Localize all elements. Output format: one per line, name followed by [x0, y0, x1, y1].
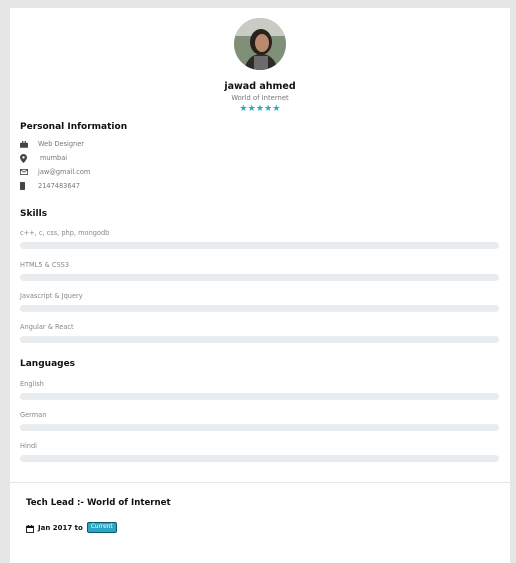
language-progress-bar	[20, 393, 499, 400]
phone-icon	[20, 182, 34, 190]
calendar-icon	[26, 518, 34, 537]
profile-subtitle: World of Internet	[231, 94, 289, 102]
language-progress-bar	[20, 424, 499, 431]
skill-progress-bar	[20, 305, 499, 312]
info-row-email: jaw@gmail.com	[20, 167, 90, 177]
skill-label: HTML5 & CSS3	[20, 261, 70, 269]
info-email-text[interactable]: jaw@gmail.com	[38, 168, 90, 176]
info-phone-text: 2147483647	[38, 182, 80, 190]
rating-stars: ★★★★★	[239, 104, 281, 114]
skill-label: Javascript & Jquery	[20, 292, 83, 300]
job-date-row: Jan 2017 to Current	[26, 518, 117, 537]
language-label: English	[20, 380, 44, 388]
info-row-occupation: Web Designer	[20, 139, 84, 149]
skill-progress-bar	[20, 242, 499, 249]
info-row-location: mumbai	[20, 153, 67, 163]
language-label: Hindi	[20, 442, 37, 450]
skill-progress-bar	[20, 274, 499, 281]
skill-progress-bar	[20, 336, 499, 343]
location-pin-icon	[20, 153, 34, 163]
briefcase-icon	[20, 140, 34, 148]
info-row-phone: 2147483647	[20, 181, 80, 191]
experience-card: Tech Lead :- World of Internet Jan 2017 …	[10, 483, 510, 563]
language-progress-bar	[20, 455, 499, 462]
skill-label: c++, c, css, php, mongodb	[20, 229, 110, 237]
language-label: German	[20, 411, 47, 419]
languages-heading: Languages	[20, 359, 76, 369]
job-date-text: Jan 2017 to	[38, 523, 83, 532]
job-title: Tech Lead :- World of Internet	[26, 498, 171, 508]
skills-heading: Skills	[20, 209, 48, 219]
avatar	[234, 18, 286, 70]
profile-card: jawad ahmed World of Internet ★★★★★ Pers…	[10, 8, 510, 482]
profile-name: jawad ahmed	[224, 81, 296, 92]
info-location-text: mumbai	[40, 154, 68, 162]
info-occupation-text: Web Designer	[38, 140, 85, 148]
current-badge: Current	[86, 522, 117, 533]
personal-info-heading: Personal Information	[20, 122, 128, 132]
skill-label: Angular & React	[20, 323, 74, 331]
mail-icon	[20, 169, 34, 175]
